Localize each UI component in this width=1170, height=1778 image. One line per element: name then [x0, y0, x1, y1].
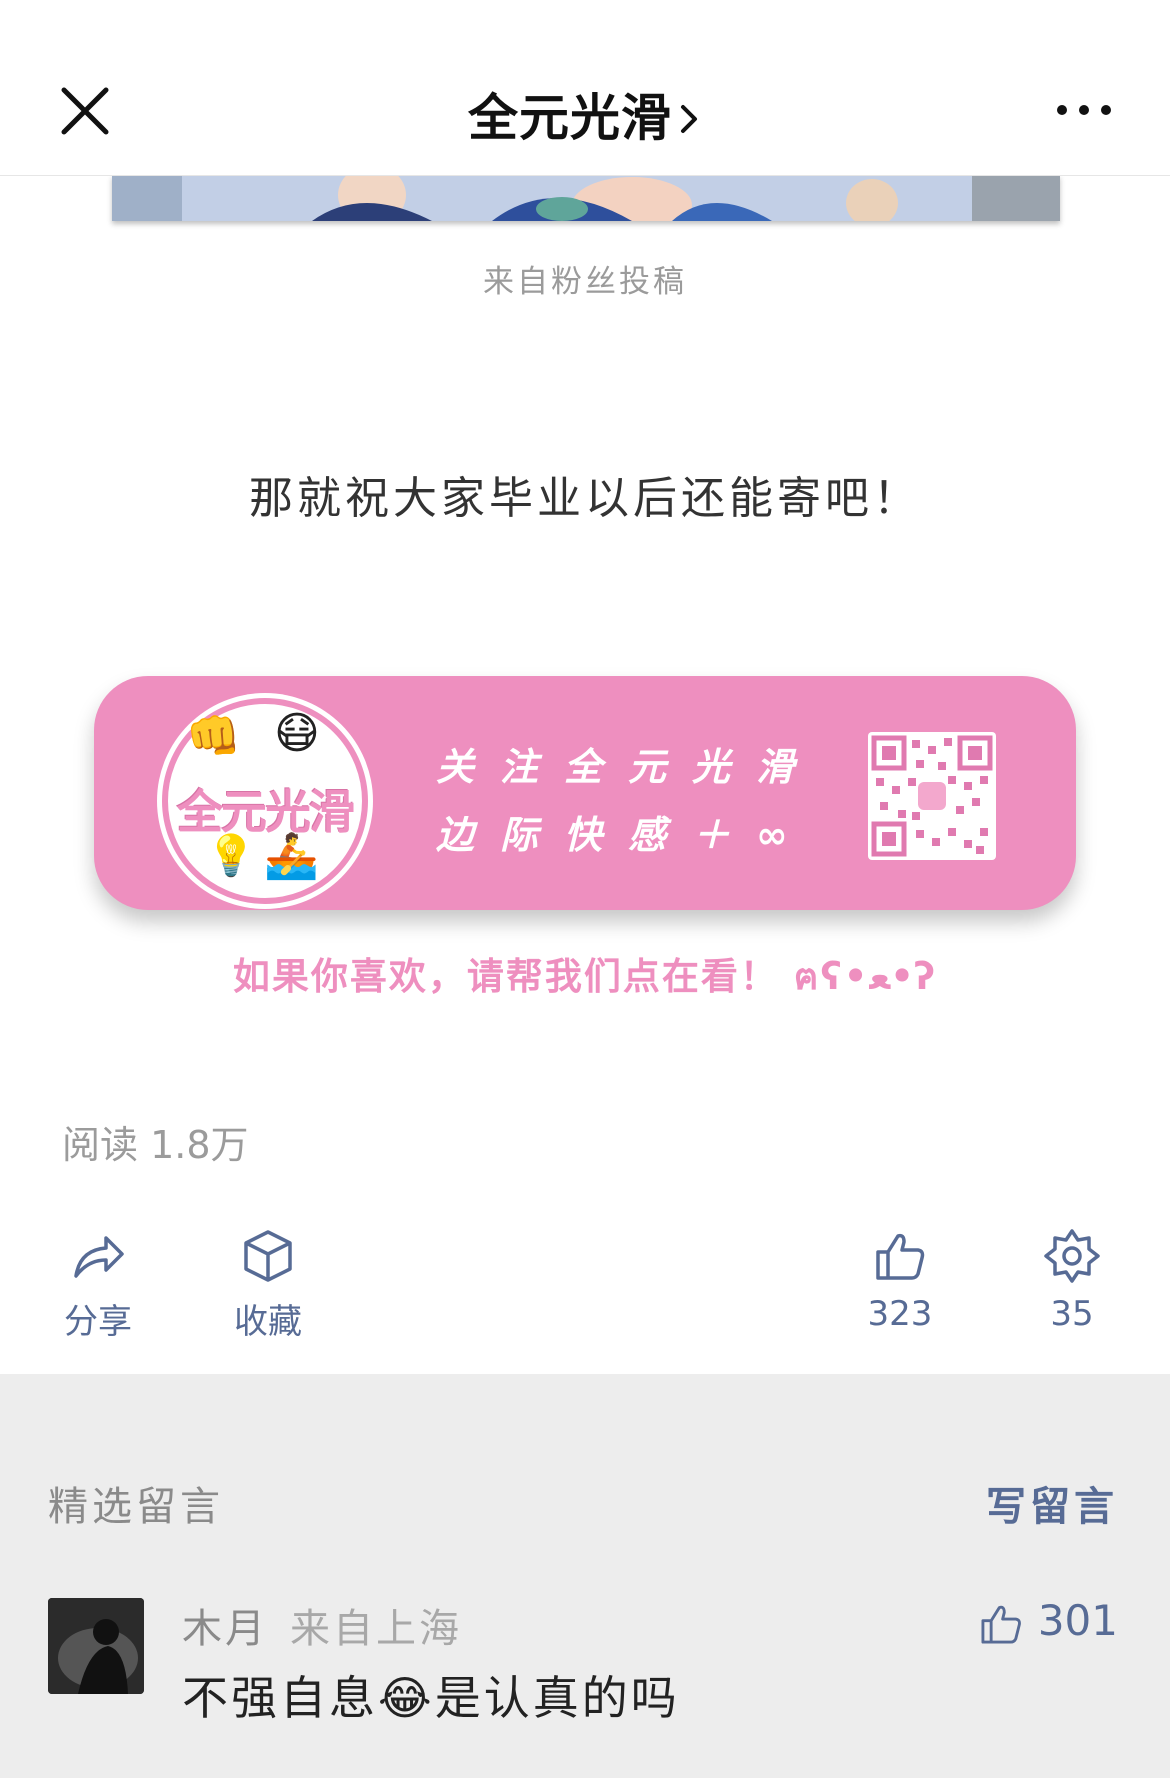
boat-emoji-icon: 🚣 — [264, 831, 319, 882]
lightbulb-emoji-icon: 💡 — [206, 833, 256, 879]
thumbs-up-icon — [876, 1233, 925, 1280]
like-count: 323 — [867, 1294, 933, 1334]
banner-slogan-text: 边际快感＋∞ — [436, 813, 814, 857]
banner-follow-text: 关注全元光滑 — [436, 745, 821, 789]
wow-button[interactable]: 35 — [1012, 1228, 1132, 1334]
comment-like-count: 301 — [1037, 1596, 1118, 1645]
comment-text: 不强自息😂是认真的吗 — [182, 1671, 680, 1725]
share-label: 分享 — [64, 1302, 132, 1342]
like-button[interactable]: 323 — [840, 1228, 960, 1334]
comment-like-button[interactable]: 301 — [978, 1596, 1118, 1647]
cube-icon — [244, 1230, 292, 1282]
promo-banner[interactable]: 👊 😷 全元光滑 💡 🚣 关注全元光滑 边际快感＋∞ — [94, 676, 1076, 910]
account-title[interactable]: 全元光滑 — [0, 78, 1170, 151]
qr-code — [868, 732, 996, 860]
comments-section: 精选留言 写留言 木月 来自上海 不强自息😂是认真的吗 301 — [0, 1374, 1170, 1778]
favorite-button[interactable]: 收藏 — [208, 1228, 328, 1343]
comments-header: 精选留言 — [48, 1484, 224, 1530]
comment-author: 木月 来自上海 — [182, 1596, 462, 1654]
article-paragraph: 那就祝大家毕业以后还能寄吧！ — [249, 473, 921, 524]
write-comment-button[interactable]: 写留言 — [986, 1474, 1118, 1532]
star-badge-icon — [1044, 1229, 1100, 1283]
brand-logo: 👊 😷 全元光滑 💡 🚣 — [162, 698, 368, 904]
fist-emoji-icon: 👊 — [186, 711, 241, 762]
share-icon — [74, 1236, 124, 1278]
article-image — [112, 175, 1060, 221]
more-options-icon[interactable] — [1054, 98, 1114, 122]
account-name: 全元光滑 — [468, 89, 672, 147]
mask-face-emoji-icon: 😷 — [274, 708, 320, 759]
article-actions: 分享 收藏 323 35 — [0, 1228, 1170, 1378]
comment-author-name: 木月 — [182, 1606, 268, 1652]
comment-location: 来自上海 — [290, 1606, 462, 1652]
chevron-right-icon — [678, 93, 702, 151]
thumbs-up-icon — [981, 1605, 1021, 1644]
read-count: 阅读 1.8万 — [62, 1123, 249, 1167]
avatar[interactable] — [48, 1598, 144, 1694]
image-caption: 来自粉丝投稿 — [483, 264, 687, 300]
wow-count: 35 — [1050, 1294, 1094, 1334]
nav-bar: 全元光滑 — [0, 0, 1170, 176]
favorite-label: 收藏 — [234, 1302, 302, 1342]
promo-subtext: 如果你喜欢，请帮我们点在看！ ฅʕ•ﻌ•ʔ — [232, 955, 938, 998]
share-button[interactable]: 分享 — [38, 1228, 158, 1343]
